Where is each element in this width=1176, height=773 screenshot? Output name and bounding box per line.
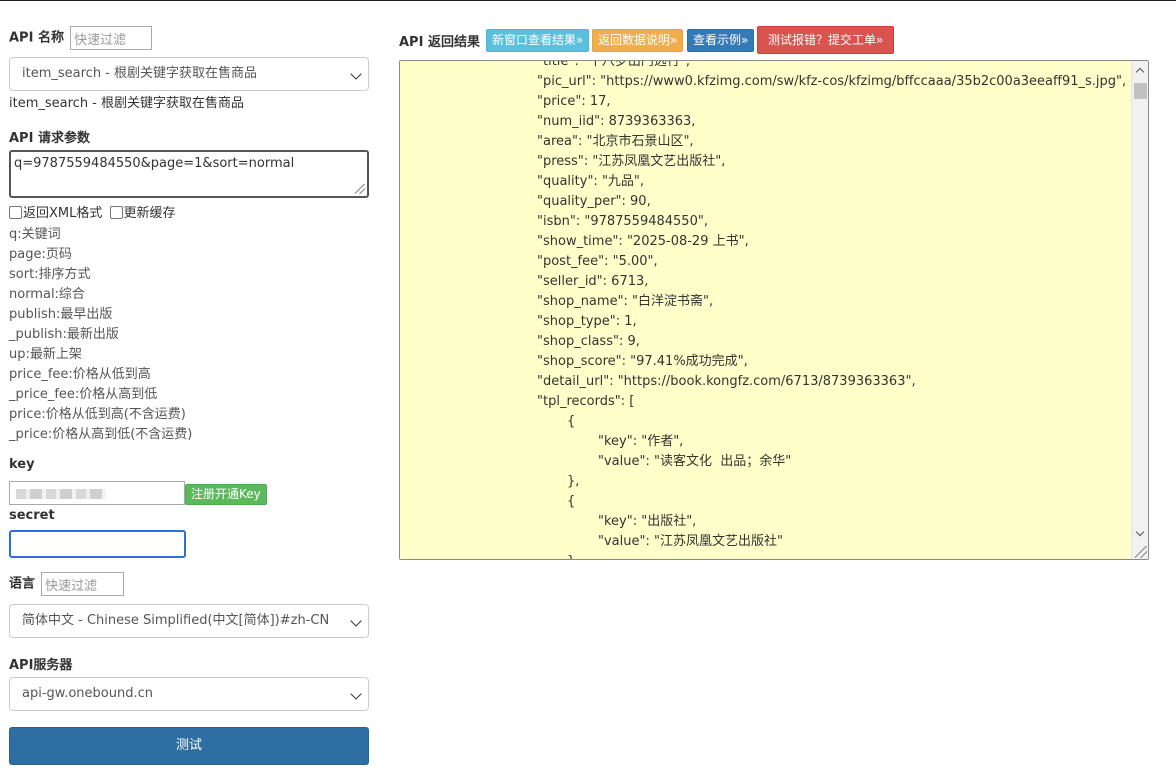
api-select-value: item_search - 根剧关键字获取在售商品 [22,66,258,81]
param-hint: sort:排序方式 [9,267,91,282]
api-description: item_search - 根剧关键字获取在售商品 [9,96,245,111]
top-border [0,0,1176,1]
param-hint: _price_fee:价格从高到低 [9,387,158,402]
data-description-button[interactable]: 返回数据说明» [592,29,684,52]
xml-checkbox[interactable] [9,206,22,219]
language-filter-input[interactable]: 快速过滤 [41,572,125,596]
code-line: "shop_class": 9, [537,334,640,349]
result-label: API 返回结果 [399,35,480,50]
open-new-window-button[interactable]: 新窗口查看结果» [486,29,590,52]
server-select-value: api-gw.onebound.cn [22,686,153,701]
code-line: "tpl_records": [ [537,394,635,409]
result-code: "title": "十八岁出门远行", "pic_url": "https://… [400,61,1126,559]
code-line: { [567,494,576,509]
param-hint: _publish:最新出版 [9,327,119,342]
scroll-down-arrow-icon[interactable] [1135,527,1145,537]
test-button[interactable]: 测试 [9,727,369,765]
code-line: "value": "读客文化 出品；余华" [598,454,792,469]
code-line: { [567,414,576,429]
param-hint: q:关键词 [9,227,61,242]
code-line: "detail_url": "https://book.kongfz.com/6… [537,374,916,389]
scrollbar-thumb[interactable] [1134,83,1147,99]
param-hint: publish:最早出版 [9,307,113,322]
language-label: 语言 [9,576,36,592]
result-textarea[interactable]: "title": "十八岁出门远行", "pic_url": "https://… [399,60,1149,560]
code-line: "quality_per": 90, [537,194,651,209]
params-value: q=9787559484550&page=1&sort=normal [14,156,295,171]
chevron-down-icon [350,615,362,627]
code-line: "press": "江苏凤凰文艺出版社", [537,154,726,169]
key-input[interactable] [9,481,185,505]
param-hint: up:最新上架 [9,347,82,362]
code-line: "title": "十八岁出门远行", [537,60,690,69]
cache-checkbox[interactable] [109,206,123,219]
code-line: "seller_id": 6713, [537,274,649,289]
cache-checkbox-label: 更新缓存 [123,206,176,221]
code-line: "key": "出版社", [598,514,697,529]
key-value-redacted [16,489,106,499]
language-select[interactable]: 简体中文 - Chinese Simplified(中文[简体])#zh-CN [9,604,369,638]
options-row: 返回XML格式 更新缓存 [9,202,176,221]
chevron-down-icon [350,688,362,700]
params-textarea[interactable]: q=9787559484550&page=1&sort=normal [9,150,369,198]
param-hint: price:价格从低到高(不含运费) [9,407,186,422]
param-hint: normal:综合 [9,287,85,302]
secret-input[interactable] [9,530,186,558]
resize-grip-icon[interactable] [1135,546,1147,558]
code-line: "price": 17, [537,94,611,109]
key-label: key [9,457,35,472]
language-row: 语言 快速过滤 [9,572,125,596]
resize-grip-icon[interactable] [355,184,365,194]
xml-checkbox-label: 返回XML格式 [23,206,103,221]
api-name-row: API 名称 快速过滤 [9,26,153,50]
code-line: "pic_url": "https://www0.kfzimg.com/sw/k… [537,74,1127,89]
server-label: API服务器 [9,658,73,673]
code-line: "num_iid": 8739363363, [537,114,696,129]
code-line: "shop_name": "白洋淀书斋", [537,294,714,309]
view-example-button[interactable]: 查看示例» [687,29,755,52]
code-line: }, [567,474,580,489]
code-line: "quality": "九品", [537,174,645,189]
secret-label: secret [9,508,55,523]
code-line: "key": "作者", [598,434,684,449]
code-line: "show_time": "2025-08-29 上书", [537,234,749,249]
code-line: "shop_type": 1, [537,314,637,329]
code-line: "value": "江苏凤凰文艺出版社" [598,534,783,549]
api-name-label: API 名称 [9,30,64,46]
code-line: "isbn": "9787559484550", [537,214,708,229]
language-select-value: 简体中文 - Chinese Simplified(中文[简体])#zh-CN [22,613,330,628]
api-filter-input[interactable]: 快速过滤 [70,26,153,50]
code-line: "post_fee": "5.00", [537,254,658,269]
code-line: "shop_score": "97.41%成功完成", [537,354,748,369]
param-hint: _price:价格从高到低(不含运费) [9,427,193,442]
code-line: }, [567,552,579,559]
params-label: API 请求参数 [9,131,90,146]
api-select[interactable]: item_search - 根剧关键字获取在售商品 [9,57,369,91]
chevron-down-icon [350,68,362,80]
register-key-button[interactable]: 注册开通Key [185,484,267,505]
server-select[interactable]: api-gw.onebound.cn [9,677,369,711]
result-scrollbar[interactable] [1131,61,1148,559]
param-hint: price_fee:价格从低到高 [9,367,151,382]
code-line: "area": "北京市石景山区", [537,134,694,149]
param-hint: page:页码 [9,247,72,262]
report-error-button[interactable]: 测试报错？提交工单» [757,26,895,54]
scroll-up-arrow-icon[interactable] [1135,67,1145,77]
